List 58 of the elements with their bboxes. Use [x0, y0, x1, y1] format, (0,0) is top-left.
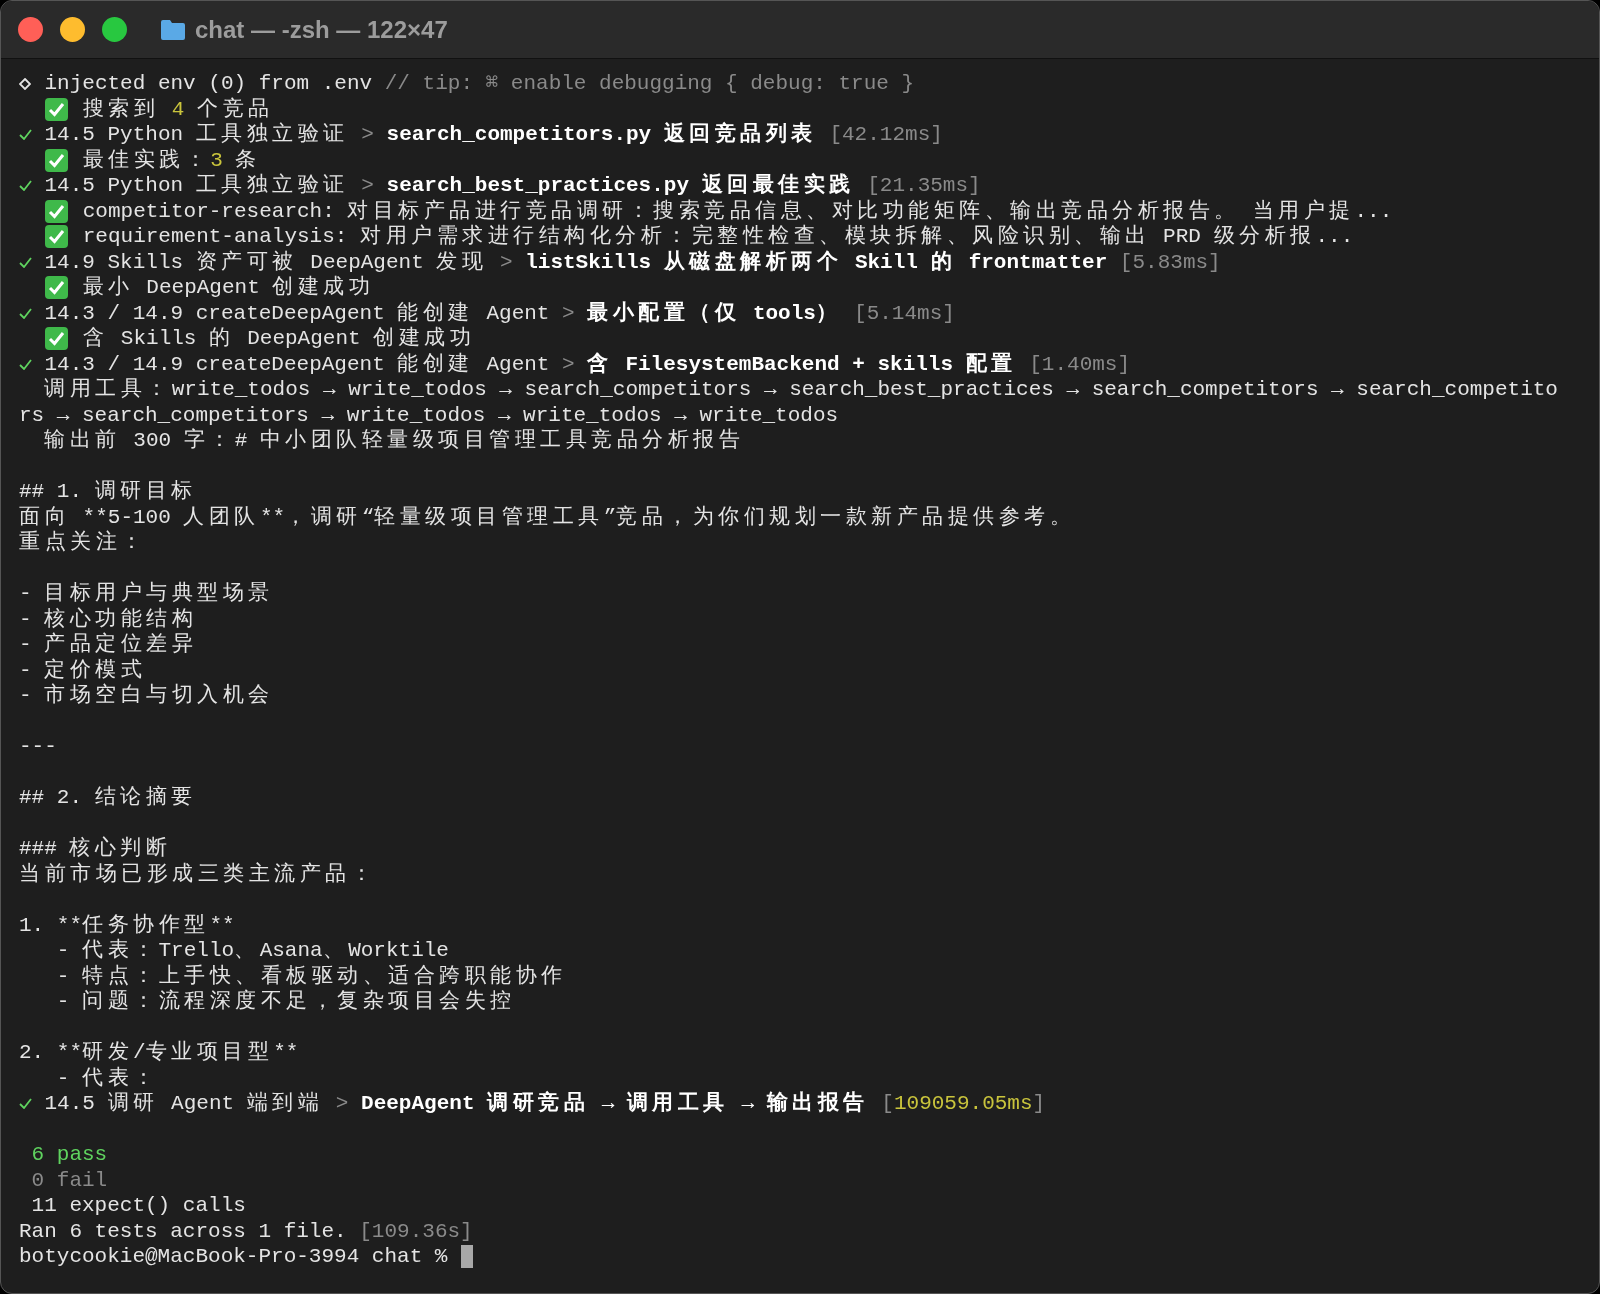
terminal-line: - 问题：流程深度不足，复杂项目会失控 [55, 989, 516, 1015]
terminal-line: - 产品定位差异 [19, 632, 198, 658]
terminal-line: - 定价模式 [19, 657, 147, 683]
checkmark-icon [19, 1098, 32, 1110]
terminal-line: ### 核心判断 [19, 836, 172, 862]
checkmark-icon [19, 256, 32, 268]
terminal-line: 14.5 调研 Agent 端到端 > DeepAgent 调研竞品 → 调用工具 → 输出报告 [109059.05ms] [44, 1091, 1046, 1117]
check-box-icon [44, 225, 68, 249]
close-button[interactable] [18, 17, 43, 42]
check-box-icon [44, 148, 68, 172]
terminal-line: 1. **任务协作型** [19, 912, 235, 938]
checkmark-icon [19, 307, 32, 319]
terminal-line: 6 pass [30, 1142, 108, 1168]
terminal-line: 14.5 Python 工具独立验证 > search_best_practices.py 返回最佳实践 [21.35ms] [44, 173, 981, 199]
terminal-line: requirement-analysis: 对用户需求进行结构化分析：完整性检查、模块拆解、风险识别、输出 PRD 级分析报... [82, 224, 1354, 250]
terminal-line: 14.3 / 14.9 createDeepAgent 能创建 Agent > 最小配置（仅 tools） [5.14ms] [44, 300, 955, 326]
check-box-icon [44, 276, 68, 300]
checkmark-icon [19, 129, 32, 141]
check-box-icon [44, 199, 68, 223]
terminal-line: --- [19, 734, 57, 760]
terminal-line: 含 Skills 的 DeepAgent 创建成功 [82, 326, 476, 352]
terminal-line: - 代表：Trello、Asana、Worktile [55, 938, 449, 964]
cursor-block [461, 1245, 474, 1269]
terminal-line: 11 expect() calls [30, 1193, 246, 1219]
terminal-line: ## 2. 结论摘要 [19, 785, 197, 811]
terminal-line: 搜索到 4 个竞品 [82, 96, 274, 122]
terminal-line: 重点关注： [19, 530, 147, 556]
check-box-icon [44, 97, 68, 121]
terminal-line: - 市场空白与切入机会 [19, 683, 274, 709]
terminal-line: competitor-research: 对目标产品进行竞品调研：搜索竞品信息、对比功能矩阵、输出竞品分析报告。 当用户提... [82, 198, 1393, 224]
terminal-line: 14.3 / 14.9 createDeepAgent 能创建 Agent > 含 FilesystemBackend + skills 配置 [1.40ms] [44, 351, 1131, 377]
terminal-line: 2. **研发/专业项目型** [19, 1040, 299, 1066]
terminal-line: Ran 6 tests across 1 file. [109.36s] [19, 1218, 473, 1244]
diamond-icon [19, 77, 31, 90]
folder-icon [160, 18, 186, 41]
terminal-line: - 核心功能结构 [19, 606, 198, 632]
zoom-button[interactable] [102, 17, 127, 42]
terminal-line: - 代表： [55, 1065, 159, 1091]
terminal-line: 14.9 Skills 资产可被 DeepAgent 发现 > listSkills 从磁盘解析两个 Skill 的 frontmatter [5.83ms] [44, 249, 1221, 275]
terminal-line: ## 1. 调研目标 [19, 479, 197, 505]
check-box-icon [44, 327, 68, 351]
minimize-button[interactable] [60, 17, 85, 42]
terminal-line: injected env (0) from .env // tip: ⌘ enable debugging { debug: true } [44, 71, 915, 97]
checkmark-icon [19, 180, 32, 192]
terminal-line: 调用工具：write_todos → write_todos → search_competitors → search_best_practices → search_competitors → search_competito [43, 377, 1558, 403]
terminal-line: rs → search_competitors → write_todos → write_todos → write_todos [19, 402, 839, 428]
terminal-line: 14.5 Python 工具独立验证 > search_competitors.py 返回竞品列表 [42.12ms] [44, 122, 943, 148]
terminal-line: 0 fail [30, 1167, 108, 1193]
window-title: chat — -zsh — 122×47 [195, 14, 448, 45]
terminal-line: 最小 DeepAgent 创建成功 [82, 275, 375, 301]
checkmark-icon [19, 358, 32, 370]
terminal-line: 面向 **5-100 人团队**，调研“轻量级项目管理工具”竞品，为你们规划一款新产品提供参考。 [19, 504, 1076, 530]
terminal-line: 输出前 300 字：# 中小团队轻量级项目管理工具竞品分析报告 [43, 428, 745, 454]
terminal-line: 当前市场已形成三类主流产品： [19, 861, 376, 887]
terminal-line: botycookie@MacBook-Pro-3994 chat % [19, 1244, 449, 1270]
terminal-line: 最佳实践：3 条 [82, 147, 261, 173]
terminal-line: - 特点：上手快、看板驱动、适合跨职能协作 [55, 963, 567, 989]
terminal-line: - 目标用户与典型场景 [19, 581, 274, 607]
